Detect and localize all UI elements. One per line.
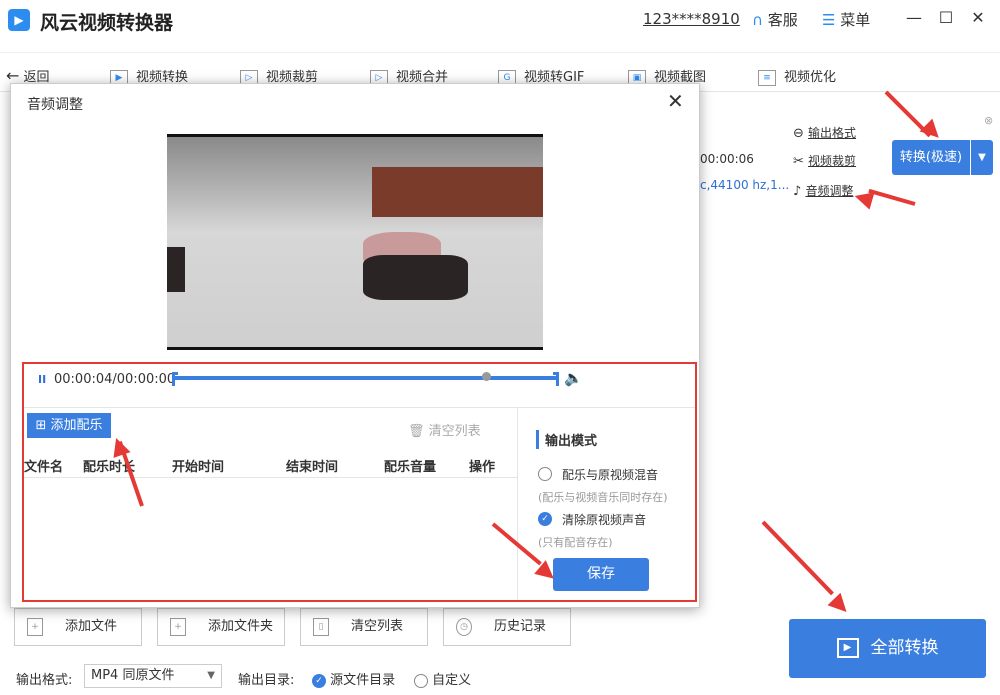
annotation-arrowhead bbox=[852, 187, 875, 210]
unchecked-radio-icon bbox=[414, 673, 428, 688]
tab-label: 视频优化 bbox=[784, 70, 837, 85]
pause-icon[interactable]: II bbox=[38, 373, 46, 386]
tab-video-optimize[interactable]: ≡ 视频优化 bbox=[758, 66, 836, 86]
button-label: 添加文件夹 bbox=[208, 619, 274, 634]
trash-icon: 🗑 bbox=[408, 424, 425, 439]
plus-box-icon: ⊞ bbox=[35, 418, 47, 433]
column-header-start: 开始时间 bbox=[172, 460, 225, 475]
button-label: 添加文件 bbox=[65, 619, 118, 634]
vertical-divider bbox=[517, 408, 518, 600]
sliders-icon: ≡ bbox=[758, 69, 776, 86]
play-icon: ▶ bbox=[836, 638, 859, 658]
save-button[interactable]: 保存 bbox=[553, 558, 649, 591]
trim-end-handle[interactable] bbox=[553, 372, 559, 386]
select-value: MP4 同原文件 bbox=[91, 668, 175, 683]
add-file-icon: + bbox=[27, 618, 43, 636]
column-header-volume: 配乐音量 bbox=[384, 460, 437, 475]
mode-mix-label: 配乐与原视频混音 bbox=[562, 468, 659, 482]
button-label: 清空列表 bbox=[428, 424, 481, 439]
link-label: 视频裁剪 bbox=[808, 154, 857, 168]
file-duration: 00:00:06 bbox=[700, 152, 754, 166]
close-button[interactable]: ✕ bbox=[968, 8, 988, 27]
radio-label: 源文件目录 bbox=[330, 673, 396, 688]
menu-button[interactable]: ☰ 菜单 bbox=[822, 9, 870, 30]
output-format-select[interactable]: MP4 同原文件 ▼ bbox=[84, 664, 222, 688]
service-label: 客服 bbox=[767, 11, 798, 29]
scissors-icon: ✂ bbox=[793, 154, 804, 169]
trim-start-handle[interactable] bbox=[172, 372, 178, 386]
annotation-arrow bbox=[761, 520, 834, 596]
radio-label: 自定义 bbox=[432, 673, 472, 688]
audio-adjust-link[interactable]: ♪ 音频调整 bbox=[793, 182, 853, 199]
column-header-filename: 文件名 bbox=[24, 460, 64, 475]
format-icon: ⊖ bbox=[793, 126, 804, 141]
clock-icon: ◷ bbox=[456, 618, 472, 636]
column-header-action: 操作 bbox=[469, 460, 496, 475]
output-mode-title: 输出模式 bbox=[536, 430, 597, 449]
playback-track[interactable] bbox=[175, 376, 557, 380]
dialog-close-icon[interactable]: ✕ bbox=[667, 89, 684, 113]
convert-all-button[interactable]: ▶ 全部转换 bbox=[789, 619, 986, 678]
output-format-label: 输出格式: bbox=[16, 673, 73, 688]
service-button[interactable]: ∩ 客服 bbox=[752, 9, 798, 30]
dir-custom-radio[interactable]: 自定义 bbox=[414, 669, 471, 688]
button-label: 清空列表 bbox=[351, 619, 404, 634]
brick-wall bbox=[372, 167, 543, 217]
title-bar: ▶ 风云视频转换器 123****8910 ∩ 客服 ☰ 菜单 — ☐ ✕ bbox=[0, 0, 1000, 40]
divider bbox=[24, 407, 695, 408]
output-format-link[interactable]: ⊖ 输出格式 bbox=[793, 124, 856, 141]
link-label: 输出格式 bbox=[808, 126, 857, 140]
mode-clear-hint: (只有配音存在) bbox=[538, 536, 613, 549]
button-label: 历史记录 bbox=[494, 619, 547, 634]
checked-radio-icon: ✓ bbox=[312, 673, 326, 688]
add-folder-button[interactable]: + 添加文件夹 bbox=[157, 608, 285, 646]
headset-icon: ∩ bbox=[752, 11, 763, 29]
dir-source-radio[interactable]: ✓ 源文件目录 bbox=[312, 669, 395, 688]
add-file-button[interactable]: + 添加文件 bbox=[14, 608, 142, 646]
app-logo-icon: ▶ bbox=[8, 9, 30, 31]
history-button[interactable]: ◷ 历史记录 bbox=[443, 608, 571, 646]
person bbox=[363, 255, 468, 300]
app-title: 风云视频转换器 bbox=[40, 12, 174, 34]
dialog-clear-list-button[interactable]: 🗑 清空列表 bbox=[408, 420, 481, 439]
maximize-button[interactable]: ☐ bbox=[936, 8, 956, 27]
clear-list-button[interactable]: ▯ 清空列表 bbox=[300, 608, 428, 646]
button-label: 添加配乐 bbox=[50, 418, 103, 433]
menu-label: 菜单 bbox=[840, 11, 871, 29]
playback-time: 00:00:04/00:00:00 bbox=[54, 372, 176, 387]
chevron-down-icon: ▼ bbox=[207, 670, 215, 681]
convert-fast-button[interactable]: 转换(极速) bbox=[892, 140, 970, 175]
account-link[interactable]: 123****8910 bbox=[643, 10, 740, 28]
video-frame bbox=[167, 137, 543, 347]
mode-mix-hint: (配乐与视频音乐同时存在) bbox=[538, 491, 668, 504]
convert-dropdown-button[interactable]: ▼ bbox=[971, 140, 993, 175]
dialog-title: 音频调整 bbox=[27, 97, 83, 113]
output-dir-label: 输出目录: bbox=[238, 673, 295, 688]
remove-file-icon[interactable]: ⊗ bbox=[984, 114, 993, 127]
link-label: 音频调整 bbox=[805, 184, 854, 198]
annotation-arrow bbox=[868, 188, 916, 206]
audio-adjust-dialog: 音频调整 ✕ II 00:00:04/00:00:00 🔈 ⊞ 添加配乐 🗑 清… bbox=[10, 83, 700, 608]
trash-icon: ▯ bbox=[313, 618, 329, 636]
minimize-button[interactable]: — bbox=[904, 8, 924, 27]
button-label: 全部转换 bbox=[870, 638, 939, 658]
add-folder-icon: + bbox=[170, 618, 186, 636]
menu-icon: ☰ bbox=[822, 11, 836, 29]
music-icon: ♪ bbox=[793, 184, 802, 199]
crop-link[interactable]: ✂ 视频裁剪 bbox=[793, 152, 856, 169]
mode-mix-radio[interactable] bbox=[538, 467, 552, 481]
volume-icon[interactable]: 🔈 bbox=[564, 369, 583, 387]
mode-clear-radio[interactable]: ✓ bbox=[538, 512, 552, 526]
playhead-knob[interactable] bbox=[482, 372, 491, 381]
table-header-line bbox=[24, 477, 517, 478]
file-audio-info: c,44100 hz,1... bbox=[700, 178, 790, 192]
annotation-highlight-box: II 00:00:04/00:00:00 🔈 ⊞ 添加配乐 🗑 清空列表 文件名… bbox=[22, 362, 697, 602]
column-header-end: 结束时间 bbox=[286, 460, 339, 475]
add-music-button[interactable]: ⊞ 添加配乐 bbox=[27, 413, 111, 438]
person-edge bbox=[167, 247, 185, 292]
mode-clear-label: 清除原视频声音 bbox=[562, 513, 647, 527]
